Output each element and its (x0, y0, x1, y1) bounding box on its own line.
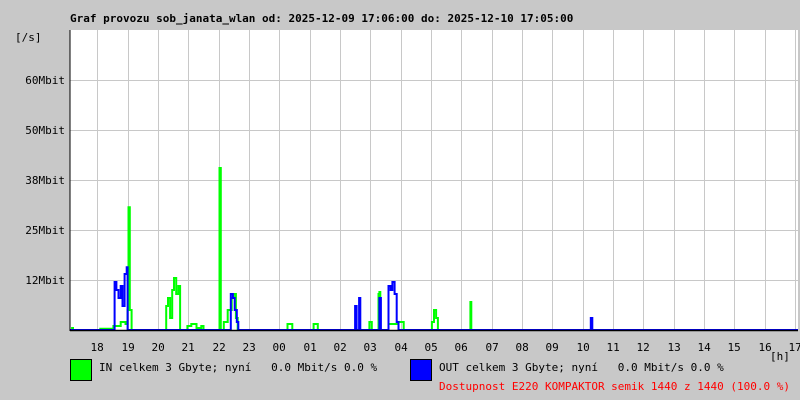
x-tick-label: 14 (697, 341, 711, 354)
traffic-graph: Graf provozu sob_janata_wlan od: 2025-12… (0, 0, 800, 400)
legend-out-text: OUT celkem 3 Gbyte; nyní 0.0 Mbit/s 0.0 … (439, 361, 724, 374)
x-tick-label: 08 (515, 341, 529, 354)
x-tick-label: 01 (303, 341, 317, 354)
y-tick-label: 12Mbit (25, 273, 65, 287)
x-tick-label: 15 (727, 341, 741, 354)
legend-in-text: IN celkem 3 Gbyte; nyní 0.0 Mbit/s 0.0 % (99, 361, 378, 374)
x-tick-label: 05 (424, 341, 438, 354)
x-tick-label: 07 (485, 341, 499, 354)
x-tick-label: 13 (667, 341, 681, 354)
x-tick-label: 11 (606, 341, 620, 354)
x-tick-label: 09 (545, 341, 559, 354)
y-tick-label: 60Mbit (25, 73, 65, 87)
x-tick-label: 20 (151, 341, 165, 354)
x-tick-label: 22 (212, 341, 226, 354)
plot-area (69, 30, 798, 332)
x-tick-label: 16 (758, 341, 772, 354)
y-tick-label: 50Mbit (25, 123, 65, 137)
x-tick-label: 23 (242, 341, 256, 354)
x-tick-label: 04 (394, 341, 408, 354)
x-tick-label: 06 (454, 341, 468, 354)
y-tick-label: 25Mbit (25, 223, 65, 237)
x-tick-label: 03 (363, 341, 377, 354)
x-tick-label: 02 (333, 341, 347, 354)
x-tick-label: 19 (121, 341, 135, 354)
x-tick-label: 10 (576, 341, 590, 354)
x-tick-label: 17 (788, 341, 800, 354)
x-tick-label: 18 (90, 341, 104, 354)
y-tick-label: 38Mbit (25, 173, 65, 187)
x-tick-label: 00 (272, 341, 286, 354)
legend-out-swatch (410, 359, 432, 381)
legend-in-swatch (70, 359, 92, 381)
x-tick-label: 12 (636, 341, 650, 354)
availability-text: Dostupnost E220 KOMPAKTOR semik 1440 z 1… (439, 380, 790, 393)
x-tick-label: 21 (181, 341, 195, 354)
